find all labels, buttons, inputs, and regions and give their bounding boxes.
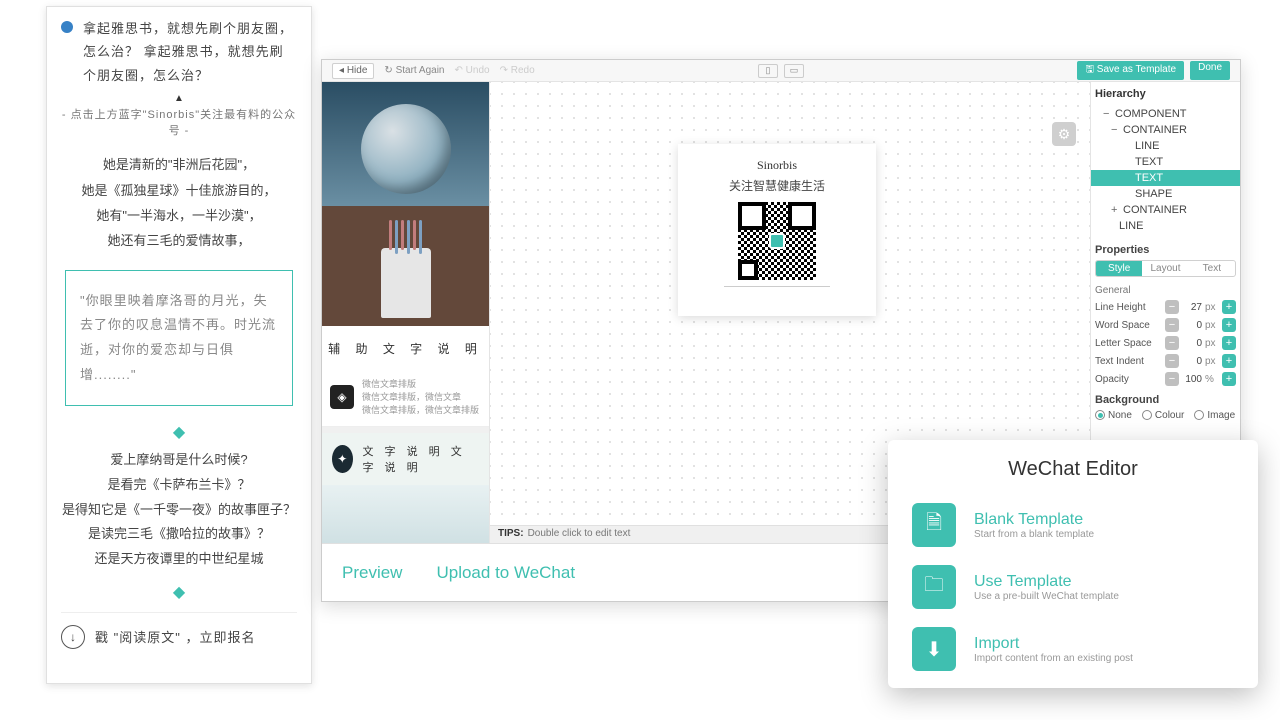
- read-original-link[interactable]: 戳 "阅读原文" ，立即报名: [95, 627, 255, 646]
- increment-button[interactable]: +: [1222, 318, 1236, 332]
- bg-none-radio[interactable]: None: [1095, 410, 1132, 421]
- decrement-button[interactable]: −: [1165, 336, 1179, 350]
- bullet-icon: [61, 21, 73, 33]
- increment-button[interactable]: +: [1222, 372, 1236, 386]
- download-icon: ↓: [61, 625, 85, 649]
- qa-line: 还是天方夜谭里的中世纪星城: [61, 547, 297, 572]
- poem-line: 她还有三毛的爱情故事，: [61, 228, 297, 253]
- upload-wechat-button[interactable]: Upload to WeChat: [436, 563, 575, 583]
- modal-title: WeChat Editor: [912, 458, 1234, 481]
- paintbrush-image: [381, 248, 431, 318]
- preview-button[interactable]: Preview: [342, 563, 402, 583]
- tab-style[interactable]: Style: [1096, 261, 1142, 276]
- tree-node-container[interactable]: +CONTAINER: [1095, 202, 1236, 218]
- background-heading: Background: [1095, 394, 1236, 406]
- start-again-button[interactable]: ↻ Start Again: [384, 65, 444, 76]
- tree-node-text[interactable]: TEXT: [1095, 154, 1236, 170]
- decrement-button[interactable]: −: [1165, 300, 1179, 314]
- follow-note: - 点击上方蓝字"Sinorbis"关注最有料的公众号 -: [61, 106, 297, 138]
- tab-layout[interactable]: Layout: [1142, 261, 1188, 276]
- template-gallery[interactable]: 辅 助 文 字 说 明 ◈ 微信文章排版 微信文章排版，微信文章 微信文章排版，…: [322, 82, 490, 543]
- tree-node-shape[interactable]: SHAPE: [1095, 186, 1236, 202]
- poem-block: 她是清新的"非洲后花园"， 她是《孤独星球》十佳旅游目的， 她有"一半海水，一半…: [61, 152, 297, 253]
- hierarchy-heading: Hierarchy: [1095, 88, 1236, 100]
- template-card[interactable]: [322, 485, 489, 543]
- bg-image-radio[interactable]: Image: [1194, 410, 1235, 421]
- article-title: 拿起雅思书，就想先刷个朋友圈，怎么治？ 拿起雅思书，就想先刷个朋友圈，怎么治？: [83, 17, 297, 87]
- increment-button[interactable]: +: [1222, 354, 1236, 368]
- redo-button[interactable]: ↷ Redo: [500, 65, 535, 76]
- tree-node-text-selected[interactable]: TEXT: [1091, 170, 1240, 186]
- card-name: Sinorbis: [688, 158, 866, 173]
- editor-toolbar: ◂ Hide ↻ Start Again ↶ Undo ↷ Redo ▯ ▭ 🖫…: [322, 60, 1240, 82]
- download-icon: ⬇: [912, 627, 956, 671]
- tab-text[interactable]: Text: [1189, 261, 1235, 276]
- prop-opacity: Opacity −100%+: [1095, 372, 1236, 386]
- tips-text: Double click to edit text: [528, 528, 631, 539]
- poem-line: 她是清新的"非洲后花园"，: [61, 152, 297, 177]
- quote-box: "你眼里映着摩洛哥的月光，失去了你的叹息温情不再。时光流逝，对你的爱恋却与日俱增…: [65, 270, 293, 407]
- undo-button[interactable]: ↶ Undo: [454, 65, 489, 76]
- qa-block: 爱上摩纳哥是什么时候? 是看完《卡萨布兰卡》？ 是得知它是《一千零一夜》的故事匣…: [61, 448, 297, 571]
- general-heading: General: [1095, 285, 1236, 296]
- properties-heading: Properties: [1095, 244, 1236, 256]
- card-tagline: 关注智慧健康生活: [688, 177, 866, 194]
- poem-line: 她有"一半海水，一半沙漠"，: [61, 203, 297, 228]
- divider: [724, 286, 831, 287]
- qa-line: 是读完三毛《撒哈拉的故事》？: [61, 522, 297, 547]
- wechat-editor-modal: WeChat Editor 🗎 Blank TemplateStart from…: [888, 440, 1258, 688]
- qa-line: 是看完《卡萨布兰卡》？: [61, 473, 297, 498]
- qa-line: 是得知它是《一千零一夜》的故事匣子？: [61, 498, 297, 523]
- tree-node-line[interactable]: LINE: [1095, 218, 1236, 234]
- mobile-view-button[interactable]: ▯: [758, 64, 778, 78]
- diamond-icon: ◆: [61, 422, 297, 442]
- tree-node-line[interactable]: LINE: [1095, 138, 1236, 154]
- done-button[interactable]: Done: [1190, 61, 1230, 80]
- badge-icon: ✦: [332, 445, 353, 473]
- tree-node-container[interactable]: −CONTAINER: [1095, 122, 1236, 138]
- save-template-button[interactable]: 🖫 Save as Template: [1077, 61, 1184, 80]
- qa-line: 爱上摩纳哥是什么时候?: [61, 448, 297, 473]
- bg-colour-radio[interactable]: Colour: [1142, 410, 1184, 421]
- qr-code-icon: [738, 202, 816, 280]
- template-card[interactable]: ✦ 文 字 说 明 文 字 说 明: [322, 427, 489, 485]
- template-meta: 微信文章排版 微信文章排版，微信文章 微信文章排版，微信文章排版: [362, 377, 479, 416]
- folder-icon: 🗀: [912, 565, 956, 609]
- background-options: None Colour Image: [1095, 410, 1236, 421]
- template-caption: 文 字 说 明 文 字 说 明: [363, 443, 480, 475]
- hide-button[interactable]: ◂ Hide: [332, 63, 374, 79]
- modal-option-import[interactable]: ⬇ ImportImport content from an existing …: [912, 627, 1234, 671]
- triangle-up-icon: ▲: [61, 93, 297, 104]
- template-card[interactable]: 辅 助 文 字 说 明 ◈ 微信文章排版 微信文章排版，微信文章 微信文章排版，…: [322, 82, 489, 427]
- decrement-button[interactable]: −: [1165, 354, 1179, 368]
- bubble-image: [361, 104, 451, 194]
- prop-text-indent: Text Indent −0px+: [1095, 354, 1236, 368]
- increment-button[interactable]: +: [1222, 336, 1236, 350]
- diamond-icon: ◆: [61, 582, 297, 602]
- qr-card-component[interactable]: Sinorbis 关注智慧健康生活: [678, 144, 876, 316]
- template-caption: 辅 助 文 字 说 明: [322, 326, 489, 371]
- increment-button[interactable]: +: [1222, 300, 1236, 314]
- shield-icon: ◈: [330, 385, 354, 409]
- tips-label: TIPS:: [498, 528, 524, 539]
- article-preview-panel: 拿起雅思书，就想先刷个朋友圈，怎么治？ 拿起雅思书，就想先刷个朋友圈，怎么治？ …: [46, 6, 312, 684]
- modal-option-blank[interactable]: 🗎 Blank TemplateStart from a blank templ…: [912, 503, 1234, 547]
- file-icon: 🗎: [912, 503, 956, 547]
- decrement-button[interactable]: −: [1165, 318, 1179, 332]
- desktop-view-button[interactable]: ▭: [784, 64, 804, 78]
- gear-icon[interactable]: ⚙: [1052, 122, 1076, 146]
- properties-tabs[interactable]: Style Layout Text: [1095, 260, 1236, 277]
- prop-line-height: Line Height −27px+: [1095, 300, 1236, 314]
- prop-word-space: Word Space −0px+: [1095, 318, 1236, 332]
- poem-line: 她是《孤独星球》十佳旅游目的，: [61, 178, 297, 203]
- prop-letter-space: Letter Space −0px+: [1095, 336, 1236, 350]
- modal-option-use-template[interactable]: 🗀 Use TemplateUse a pre-built WeChat tem…: [912, 565, 1234, 609]
- decrement-button[interactable]: −: [1165, 372, 1179, 386]
- tree-node-component[interactable]: −COMPONENT: [1095, 106, 1236, 122]
- article-footer[interactable]: ↓ 戳 "阅读原文" ，立即报名: [61, 612, 297, 649]
